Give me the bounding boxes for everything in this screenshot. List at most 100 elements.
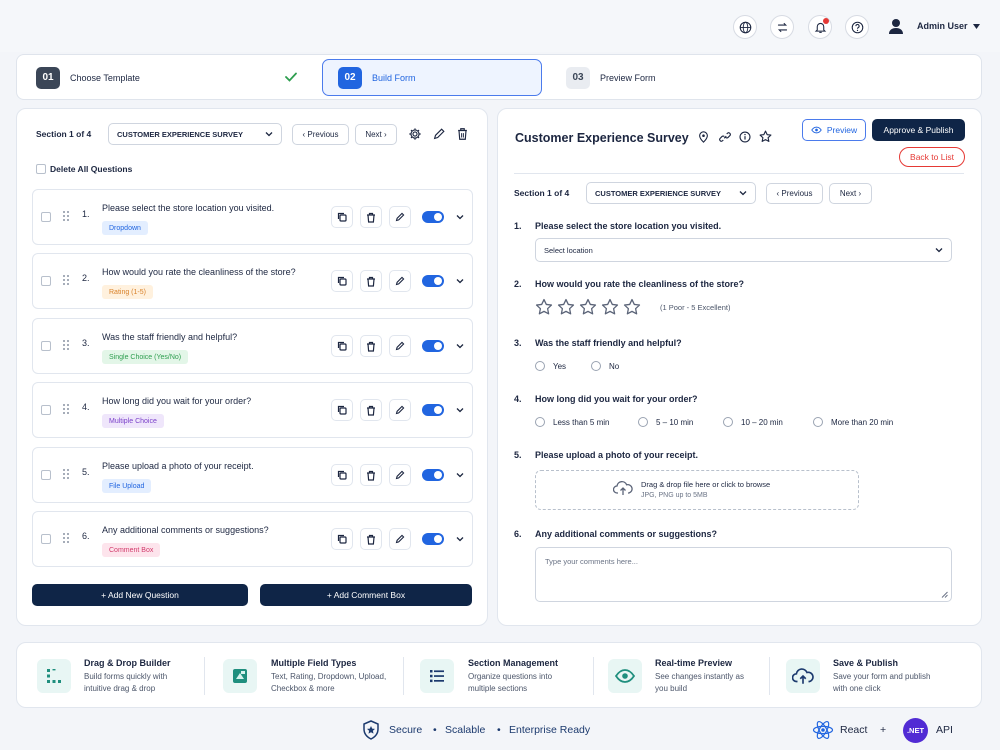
previous-section-button[interactable]: ‹ Previous — [292, 124, 349, 145]
step-preview-form[interactable]: 03 Preview Form — [551, 59, 771, 96]
star-icon[interactable] — [535, 298, 553, 316]
approve-publish-button[interactable]: Approve & Publish — [872, 119, 965, 141]
delete-question-button[interactable] — [360, 399, 382, 421]
question-checkbox[interactable] — [41, 470, 51, 480]
question-card[interactable]: 4. How long did you wait for your order?… — [32, 382, 473, 438]
drag-handle-icon[interactable] — [63, 533, 69, 543]
drag-handle-icon[interactable] — [63, 404, 69, 414]
question-enabled-toggle[interactable] — [422, 275, 444, 287]
preview-previous-button[interactable]: ‹ Previous — [766, 183, 823, 204]
switch-icon[interactable] — [770, 15, 794, 39]
settings-gear-icon[interactable] — [408, 127, 422, 141]
add-comment-box-button[interactable]: + Add Comment Box — [260, 584, 472, 606]
edit-question-button[interactable] — [389, 206, 411, 228]
delete-question-button[interactable] — [360, 335, 382, 357]
question-enabled-toggle[interactable] — [422, 211, 444, 223]
edit-question-button[interactable] — [389, 528, 411, 550]
chevron-down-icon[interactable] — [456, 472, 464, 478]
duplicate-button[interactable] — [331, 206, 353, 228]
question-checkbox[interactable] — [41, 534, 51, 544]
radio-button[interactable] — [535, 361, 545, 371]
star-icon[interactable] — [579, 298, 597, 316]
radio-button[interactable] — [535, 417, 545, 427]
user-avatar-icon[interactable] — [887, 17, 905, 35]
radio-option[interactable]: 10 – 20 min — [723, 417, 783, 427]
info-icon[interactable] — [739, 131, 751, 143]
resize-handle-icon[interactable] — [941, 591, 948, 598]
question-enabled-toggle[interactable] — [422, 404, 444, 416]
globe-icon[interactable] — [733, 15, 757, 39]
question-checkbox[interactable] — [41, 405, 51, 415]
chevron-down-icon[interactable] — [456, 536, 464, 542]
drag-handle-icon[interactable] — [63, 211, 69, 221]
delete-section-trash-icon[interactable] — [456, 127, 469, 141]
question-card[interactable]: 6. Any additional comments or suggestion… — [32, 511, 473, 567]
chevron-down-icon[interactable] — [456, 278, 464, 284]
radio-option[interactable]: Less than 5 min — [535, 417, 609, 427]
duplicate-button[interactable] — [331, 399, 353, 421]
file-drop-zone[interactable]: Drag & drop file here or click to browse… — [535, 470, 859, 510]
link-icon[interactable] — [719, 131, 731, 143]
delete-question-button[interactable] — [360, 270, 382, 292]
star-rating[interactable] — [535, 298, 641, 316]
edit-section-pencil-icon[interactable] — [432, 127, 446, 141]
radio-option-no[interactable]: No — [591, 361, 619, 371]
delete-all-checkbox[interactable] — [36, 164, 46, 174]
next-section-button[interactable]: Next › — [355, 124, 397, 145]
edit-question-button[interactable] — [389, 464, 411, 486]
duplicate-button[interactable] — [331, 335, 353, 357]
bell-icon[interactable] — [808, 15, 832, 39]
star-icon[interactable] — [557, 298, 575, 316]
radio-option-yes[interactable]: Yes — [535, 361, 566, 371]
delete-question-button[interactable] — [360, 464, 382, 486]
edit-question-button[interactable] — [389, 335, 411, 357]
comments-textarea[interactable]: Type your comments here... — [535, 547, 952, 602]
question-enabled-toggle[interactable] — [422, 340, 444, 352]
star-icon[interactable] — [623, 298, 641, 316]
star-favorite-icon[interactable] — [759, 130, 772, 143]
section-select[interactable]: CUSTOMER EXPERIENCE SURVEY — [108, 123, 282, 145]
question-enabled-toggle[interactable] — [422, 533, 444, 545]
drag-handle-icon[interactable] — [63, 340, 69, 350]
step-choose-template[interactable]: 01 Choose Template — [21, 59, 321, 96]
preview-button[interactable]: Preview — [802, 119, 866, 141]
radio-button[interactable] — [638, 417, 648, 427]
duplicate-button[interactable] — [331, 528, 353, 550]
radio-button[interactable] — [813, 417, 823, 427]
preview-section-select[interactable]: CUSTOMER EXPERIENCE SURVEY — [586, 182, 756, 204]
question-card[interactable]: 1. Please select the store location you … — [32, 189, 473, 245]
drag-handle-icon[interactable] — [63, 469, 69, 479]
question-card[interactable]: 5. Please upload a photo of your receipt… — [32, 447, 473, 503]
question-enabled-toggle[interactable] — [422, 469, 444, 481]
duplicate-button[interactable] — [331, 270, 353, 292]
question-checkbox[interactable] — [41, 212, 51, 222]
duplicate-button[interactable] — [331, 464, 353, 486]
edit-question-button[interactable] — [389, 270, 411, 292]
preview-next-button[interactable]: Next › — [829, 183, 872, 204]
delete-question-button[interactable] — [360, 528, 382, 550]
question-card[interactable]: 3. Was the staff friendly and helpful? S… — [32, 318, 473, 374]
feature-title: Section Management — [468, 658, 559, 668]
help-icon[interactable] — [845, 15, 869, 39]
drag-handle-icon[interactable] — [63, 275, 69, 285]
edit-question-button[interactable] — [389, 399, 411, 421]
chevron-down-icon[interactable] — [456, 214, 464, 220]
radio-option[interactable]: 5 – 10 min — [638, 417, 693, 427]
chevron-down-icon[interactable] — [456, 343, 464, 349]
chevron-down-icon[interactable] — [456, 407, 464, 413]
add-question-button[interactable]: + Add New Question — [32, 584, 248, 606]
radio-option[interactable]: More than 20 min — [813, 417, 893, 427]
user-name[interactable]: Admin User — [917, 21, 968, 31]
step-build-form[interactable]: 02 Build Form — [322, 59, 542, 96]
back-to-list-button[interactable]: Back to List — [899, 147, 965, 167]
question-checkbox[interactable] — [41, 341, 51, 351]
delete-question-button[interactable] — [360, 206, 382, 228]
user-menu-caret-icon[interactable] — [973, 24, 980, 29]
radio-button[interactable] — [591, 361, 601, 371]
star-icon[interactable] — [601, 298, 619, 316]
location-dropdown[interactable]: Select location — [535, 238, 952, 262]
location-pin-icon[interactable] — [698, 131, 709, 143]
question-checkbox[interactable] — [41, 276, 51, 286]
radio-button[interactable] — [723, 417, 733, 427]
question-card[interactable]: 2. How would you rate the cleanliness of… — [32, 253, 473, 309]
